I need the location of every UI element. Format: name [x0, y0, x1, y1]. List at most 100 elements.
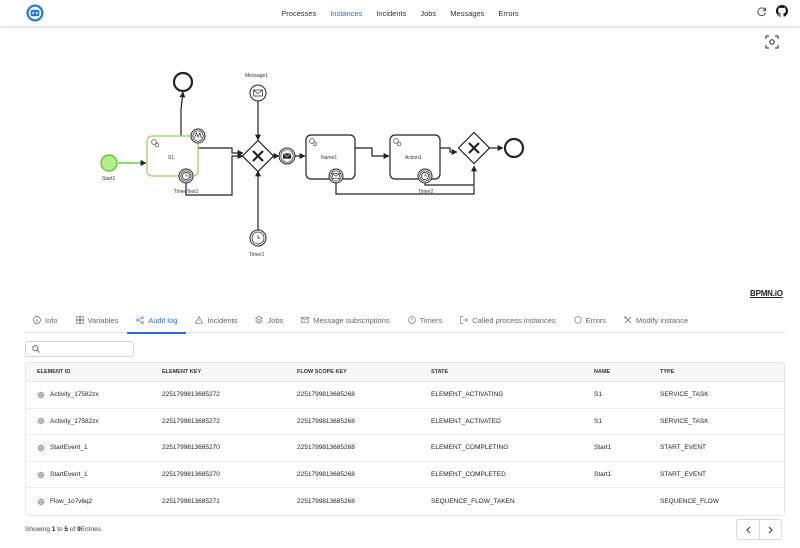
col-element-key[interactable]: ELEMENT KEY	[162, 369, 297, 375]
table-header: ELEMENT ID ELEMENT KEY FLOW SCOPE KEY ST…	[26, 363, 784, 382]
tab-info[interactable]: Info	[25, 308, 67, 333]
variables-icon	[75, 316, 84, 324]
tab-called-process-instances[interactable]: Called process instances	[451, 308, 564, 333]
flow-s1-end-top	[179, 91, 186, 136]
cell-element-key: 2251799813685272	[162, 417, 220, 425]
col-type[interactable]: TYPE	[660, 369, 780, 375]
end-event-right[interactable]	[503, 137, 525, 159]
table-row[interactable]: Flow_1o7v6q2 2251799813685271 2251799813…	[26, 488, 784, 515]
cell-type: SERVICE_TASK	[660, 391, 709, 399]
nav-processes[interactable]: Processes	[274, 9, 323, 18]
nav-messages[interactable]: Messages	[443, 9, 491, 18]
nav-jobs[interactable]: Jobs	[413, 9, 443, 18]
tab-called-process-instances-label: Called process instances	[472, 315, 556, 325]
gear-icon	[37, 417, 45, 425]
tab-jobs[interactable]: Jobs	[246, 308, 292, 333]
cell-name: Start1	[594, 444, 612, 452]
start-event[interactable]	[100, 154, 118, 172]
name1-label: Name1	[321, 155, 337, 161]
table-row[interactable]: Activity_17582zx 2251799813685272 225179…	[26, 382, 784, 409]
tab-audit-log-label: Audit log	[148, 315, 178, 325]
cell-element-id[interactable]: Activity_17582zx	[50, 391, 99, 398]
cell-element-id[interactable]: Flow_1o7v6q2	[50, 498, 92, 505]
refresh-icon[interactable]	[756, 6, 767, 17]
cell-element-id[interactable]: StartEvent_1	[50, 444, 88, 451]
tab-errors[interactable]: Errors	[565, 308, 615, 333]
col-element-id[interactable]: ELEMENT ID	[26, 369, 162, 375]
cell-flow-scope-key: 2251799813685268	[297, 471, 355, 479]
col-name[interactable]: NAME	[594, 369, 660, 375]
tools-icon	[624, 316, 632, 324]
tab-incidents[interactable]: Incidents	[186, 308, 246, 333]
chevron-left-icon	[745, 526, 750, 533]
tab-timers[interactable]: Timers	[399, 308, 452, 333]
tab-audit-log[interactable]: Audit log	[127, 308, 187, 334]
cell-type: START_EVENT	[660, 444, 706, 452]
external-icon	[460, 316, 469, 324]
gear-icon	[37, 498, 45, 506]
col-state[interactable]: STATE	[431, 369, 594, 375]
cell-state: SEQUENCE_FLOW_TAKEN	[431, 498, 515, 506]
cell-flow-scope-key: 2251799813685268	[297, 444, 355, 452]
exclusive-gateway-2[interactable]	[457, 131, 491, 165]
table-row[interactable]: Activity_17582zx 2251799813685272 225179…	[26, 409, 784, 436]
cell-name: S1	[594, 391, 602, 399]
mail-icon	[253, 89, 263, 97]
nav-incidents[interactable]: Incidents	[369, 9, 413, 18]
cell-state: ELEMENT_ACTIVATING	[431, 391, 504, 399]
end-event-top[interactable]	[172, 71, 194, 93]
chevron-right-icon	[768, 526, 773, 533]
exclusive-gateway-1[interactable]	[241, 139, 275, 173]
pagination-summary: Showing 1 to 5 of 9Entries	[25, 526, 101, 533]
tab-jobs-label: Jobs	[267, 315, 284, 325]
jobs-icon	[255, 316, 264, 324]
audit-log-table: ELEMENT ID ELEMENT KEY FLOW SCOPE KEY ST…	[25, 362, 785, 516]
nav-errors[interactable]: Errors	[491, 9, 525, 18]
fit-viewport-icon[interactable]	[765, 35, 779, 49]
clock-icon	[407, 316, 416, 324]
flow-name1msg-gateway2	[335, 181, 475, 195]
tab-variables-label: Variables	[87, 315, 119, 325]
cell-element-key: 2251799813685272	[162, 391, 220, 399]
timer1-label: Timer1	[249, 252, 265, 258]
tab-incidents-label: Incidents	[207, 315, 238, 325]
cell-element-key: 2251799813685271	[162, 498, 220, 506]
message1-label: Message1	[245, 73, 268, 79]
instance-tabs: Info Variables Audit log Incidents Jobs …	[25, 308, 785, 334]
summary-prefix: Showing	[25, 526, 50, 533]
cell-element-id[interactable]: Activity_17582zx	[50, 418, 99, 425]
prev-page-button[interactable]	[737, 520, 759, 539]
cell-state: ELEMENT_COMPLETED	[431, 471, 506, 479]
github-icon[interactable]	[776, 5, 788, 17]
bpmn-diagram: Start1 S1 TimerTest1 Message1 Timer1 Nam…	[100, 71, 525, 258]
mail-icon	[332, 173, 340, 179]
bpmn-io-watermark[interactable]: BPMN.iO	[750, 289, 783, 298]
tab-info-label: Info	[45, 315, 58, 325]
table-row[interactable]: StartEvent_1 2251799813685270 2251799813…	[26, 435, 784, 462]
tab-message-subscriptions[interactable]: Message subscriptions	[292, 308, 398, 333]
pagination	[736, 519, 782, 540]
summary-to-word: to	[57, 526, 63, 533]
cell-element-key: 2251799813685270	[162, 444, 220, 452]
tab-variables[interactable]: Variables	[67, 308, 128, 333]
start1-label: Start1	[102, 176, 116, 182]
gear-icon	[37, 444, 45, 452]
next-page-button[interactable]	[759, 520, 781, 539]
table-row[interactable]: StartEvent_1 2251799813685270 2251799813…	[26, 462, 784, 489]
summary-of-word: of	[69, 526, 76, 533]
search-input[interactable]	[44, 344, 130, 354]
cell-element-id[interactable]: StartEvent_1	[50, 471, 88, 478]
flow-s1-gateway	[198, 147, 244, 156]
shield-icon	[574, 316, 581, 324]
tab-modify-instance[interactable]: Modify instance	[615, 308, 697, 333]
gear-icon	[37, 471, 45, 478]
share-icon	[136, 316, 145, 324]
tab-timers-label: Timers	[419, 315, 443, 325]
action1-label: Action1	[405, 155, 422, 161]
col-flow-scope-key[interactable]: FLOW SCOPE KEY	[297, 369, 431, 375]
cell-state: ELEMENT_ACTIVATED	[431, 417, 501, 425]
cell-name: Start1	[594, 471, 612, 479]
timertest1-label: TimerTest1	[174, 189, 199, 195]
nav-instances[interactable]: Instances	[323, 9, 369, 18]
cell-type: SERVICE_TASK	[660, 417, 709, 425]
